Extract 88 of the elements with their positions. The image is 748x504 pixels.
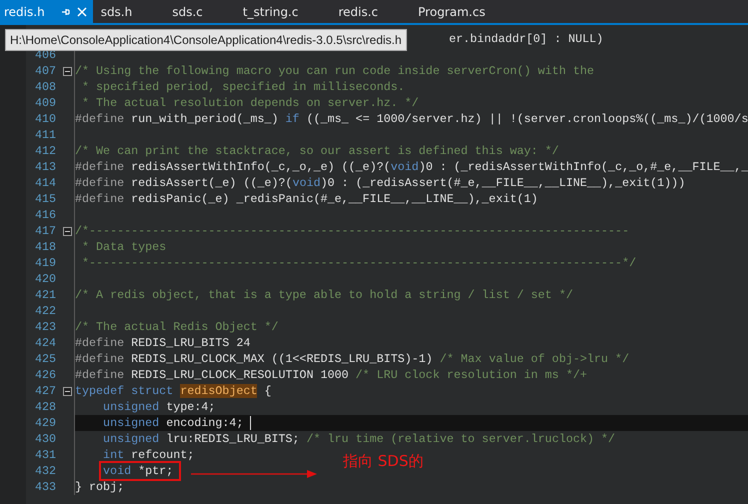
line-number: 425 [34,352,56,366]
line-number: 415 [34,192,56,206]
code-text: redisAssert(_e) ((_e)?( [131,176,292,190]
file-tab[interactable]: sds.c [168,0,239,23]
collapse-icon[interactable] [62,66,72,76]
comment-text: /*----------------------------------------------------------------------------- [75,224,630,238]
comment-text: /* The actual Redis Object */ [75,320,278,334]
line-number: 427 [34,384,56,398]
comment-text: * specified period, specified in milliseconds. [81,80,405,94]
directive-text: #define [75,192,126,206]
collapse-icon[interactable] [62,386,72,396]
line-number: 409 [34,96,56,110]
line-number: 422 [34,304,56,318]
keyword-text: void [390,160,419,174]
file-tab[interactable]: t_string.c [238,0,334,23]
file-tab[interactable]: redis.c [334,0,414,23]
line-number: 410 [34,112,56,126]
line-number: 431 [34,448,56,462]
code-text: type:4; [166,400,216,414]
line-number: 429 [34,416,56,430]
keyword-text: unsigned [102,400,160,414]
arrow-icon [191,469,317,479]
code-text: lru:REDIS_LRU_BITS; [166,432,300,446]
file-tab[interactable]: Program.cs [414,0,522,23]
line-number: 424 [34,336,56,350]
comment-text: * Data types [81,240,166,254]
line-number: 426 [34,368,56,382]
line-number: 417 [34,224,56,238]
code-text: )0 : (_redisAssert(#_e,__FILE__,__LINE__),_exit(1))) [320,176,686,190]
keyword-text: typedef struct [75,384,174,398]
code-text: run_with_period(_ms_) [131,112,280,126]
comment-text: /* Max value of obj->lru */ [440,352,630,366]
line-number: 407 [34,64,56,78]
directive-text: #define [75,112,126,126]
text-cursor [250,416,252,430]
line-number: 420 [34,272,56,286]
code-text: { [263,384,272,398]
code-text: ((_ms_ <= 1000/server.hz) || !(server.cronloops%((_ms_)/(1000/s [305,112,748,126]
file-tab[interactable]: redis.h [0,0,93,23]
comment-text: *----------------------------------------------------------------------------*/ [81,256,636,270]
line-number: 416 [34,208,56,222]
directive-text: #define [75,336,126,350]
comment-text: /* LRU clock resolution in ms */+ [356,368,587,382]
code-text: REDIS_LRU_BITS 24 [131,336,250,350]
code-text: REDIS_LRU_CLOCK_MAX ((1<<REDIS_LRU_BITS)-1) [131,352,434,366]
keyword-text: unsigned [102,416,160,430]
file-tab[interactable]: sds.h [96,0,168,23]
code-text: refcount; [131,448,194,462]
code-text: )0 : (_redisAssertWithInfo(_c,_o,#_e,__FILE__,_ [418,160,748,174]
code-text: redisAssertWithInfo(_c,_o,_e) ((_e)?( [131,160,391,174]
line-number: 414 [34,176,56,190]
collapse-icon[interactable] [62,226,72,236]
annotation-text: 指向 SDS的 [343,453,424,469]
file-path-tooltip: H:\Home\ConsoleApplication4\ConsoleApplication4\redis-3.0.5\src\redis.h [5,29,407,51]
highlighted-match: redisObject [180,384,258,398]
line-number: 433 [34,480,56,494]
line-number: 418 [34,240,56,254]
directive-text: #define [75,176,126,190]
code-text: encoding:4; [166,416,244,430]
directive-text: #define [75,160,126,174]
line-number: 419 [34,256,56,270]
line-number: 432 [34,464,56,478]
line-number: 411 [34,128,56,142]
line-number: 430 [34,432,56,446]
code-text: er.bindaddr[0] : NULL) [449,32,604,46]
directive-text: #define [75,352,126,366]
line-number: 428 [34,400,56,414]
comment-text: /* A redis object, that is a type able to hold a string / list / set */ [75,288,573,302]
keyword-text: int [102,448,126,462]
close-icon[interactable] [76,6,87,16]
line-number: 413 [34,160,56,174]
comment-text: /* We can print the stacktrace, so our assert is defined this way: */ [75,144,559,158]
code-text: redisPanic(_e) _redisPanic(#_e,__FILE__,__LINE__),_exit(1) [131,192,538,206]
line-number: 408 [34,80,56,94]
keyword-text: if [285,112,300,126]
keyword-text: unsigned [102,432,160,446]
directive-text: #define [75,368,126,382]
pin-icon[interactable] [60,6,71,16]
highlight-box: void *ptr; [99,461,182,481]
line-number: 421 [34,288,56,302]
line-number: 412 [34,144,56,158]
keyword-text: void [292,176,320,190]
code-text: REDIS_LRU_CLOCK_RESOLUTION 1000 [131,368,350,382]
code-text: } robj; [75,480,124,494]
comment-text: /* Using the following macro you can run code inside serverCron() with the [75,64,594,78]
comment-text: * The actual resolution depends on server.hz. */ [81,96,419,110]
line-number: 423 [34,320,56,334]
comment-text: /* lru time (relative to server.lruclock) */ [306,432,616,446]
